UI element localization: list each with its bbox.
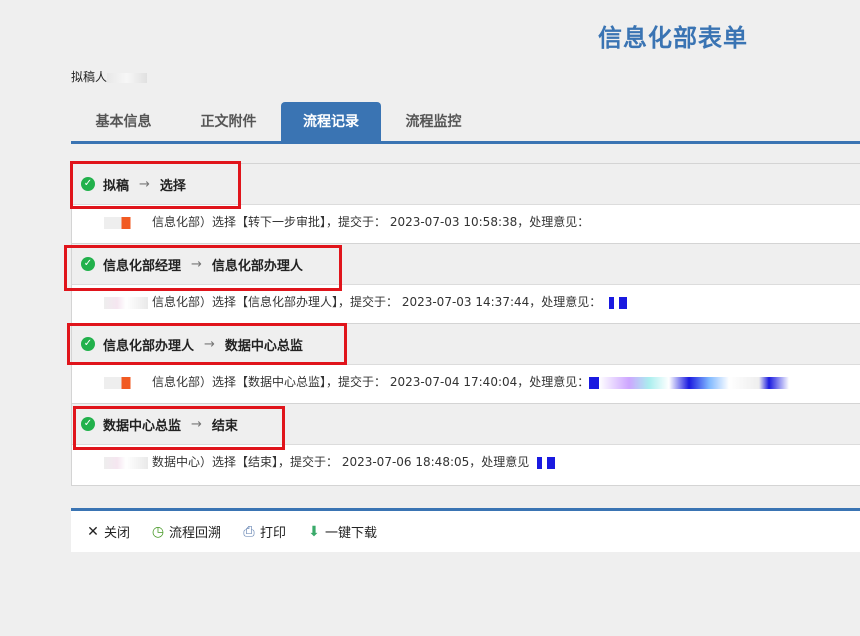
record-header: ✓ 拟稿 → 选择 [72, 164, 860, 205]
redacted-name [104, 376, 148, 389]
drafter-label: 拟稿人 [71, 70, 108, 84]
step-from: 拟稿 [103, 178, 130, 194]
redacted-opinion [601, 296, 628, 309]
clock-back-icon: ◷ [151, 523, 165, 540]
check-circle-icon: ✓ [81, 177, 95, 191]
record-header: ✓ 信息化部办理人 → 数据中心总监 [72, 324, 860, 365]
close-label: 关闭 [104, 526, 131, 541]
close-button[interactable]: ✕ 关闭 [85, 522, 131, 542]
download-icon: ⬇ [308, 523, 320, 540]
check-circle-icon: ✓ [81, 337, 95, 351]
check-circle-icon: ✓ [81, 257, 95, 271]
record-header: ✓ 信息化部经理 → 信息化部办理人 [72, 244, 860, 285]
download-all-button[interactable]: ⬇ 一键下载 [306, 522, 378, 542]
redacted-opinion [529, 456, 556, 469]
record-detail-text: 数据中心）选择【结束】，提交于： 2023-07-06 18:48:05，处理意… [152, 455, 530, 469]
record-detail: 信息化部）选择【转下一步审批】，提交于： 2023-07-03 10:58:38… [72, 205, 860, 244]
printer-icon: ⎙ [243, 523, 255, 540]
redacted-name [104, 296, 148, 309]
step-from: 信息化部经理 [103, 258, 182, 274]
record-detail-text: 信息化部）选择【转下一步审批】，提交于： 2023-07-03 10:58:38… [152, 215, 590, 229]
step-to: 选择 [159, 178, 186, 194]
tab-bar: 基本信息 正文附件 流程记录 流程监控 [71, 102, 860, 144]
check-circle-icon: ✓ [81, 417, 95, 431]
record-detail-text: 信息化部）选择【信息化部办理人】，提交于： 2023-07-03 14:37:4… [152, 295, 602, 309]
redacted-opinion [589, 376, 790, 389]
record-detail: 数据中心）选择【结束】，提交于： 2023-07-06 18:48:05，处理意… [72, 445, 860, 485]
print-label: 打印 [260, 526, 287, 541]
tab-flow-monitor[interactable]: 流程监控 [381, 102, 486, 141]
close-icon: ✕ [87, 523, 99, 540]
record-detail-text: 信息化部）选择【数据中心总监】，提交于： 2023-07-04 17:40:04… [152, 375, 590, 389]
step-to: 信息化部办理人 [211, 258, 303, 274]
action-bar: ✕ 关闭 ◷ 流程回溯 ⎙ 打印 ⬇ 一键下载 [71, 508, 860, 552]
arrow-icon: → [191, 256, 202, 272]
form-title: 信息化部表单 [598, 24, 748, 52]
record-detail: 信息化部）选择【信息化部办理人】，提交于： 2023-07-03 14:37:4… [72, 285, 860, 324]
flow-record-list: ✓ 拟稿 → 选择 信息化部）选择【转下一步审批】，提交于： 2023-07-03 1… [71, 163, 860, 486]
drafter-field: 拟稿人 [71, 68, 148, 85]
step-from: 信息化部办理人 [103, 338, 195, 354]
record-detail: 信息化部）选择【数据中心总监】，提交于： 2023-07-04 17:40:04… [72, 365, 860, 404]
tab-flow-records[interactable]: 流程记录 [281, 102, 381, 141]
step-to: 数据中心总监 [224, 338, 303, 354]
print-button[interactable]: ⎙ 打印 [241, 522, 287, 542]
download-label: 一键下载 [325, 526, 378, 541]
record-header: ✓ 数据中心总监 → 结束 [72, 404, 860, 445]
flow-trace-button[interactable]: ◷ 流程回溯 [150, 522, 222, 542]
arrow-icon: → [204, 336, 215, 352]
arrow-icon: → [191, 416, 202, 432]
redacted-name [107, 72, 148, 83]
step-to: 结束 [211, 418, 238, 434]
tab-attachments[interactable]: 正文附件 [176, 102, 281, 141]
tab-basic-info[interactable]: 基本信息 [71, 102, 176, 141]
redacted-name [104, 216, 148, 229]
arrow-icon: → [139, 176, 150, 192]
trace-label: 流程回溯 [169, 526, 222, 541]
redacted-name [104, 456, 148, 469]
step-from: 数据中心总监 [103, 418, 182, 434]
